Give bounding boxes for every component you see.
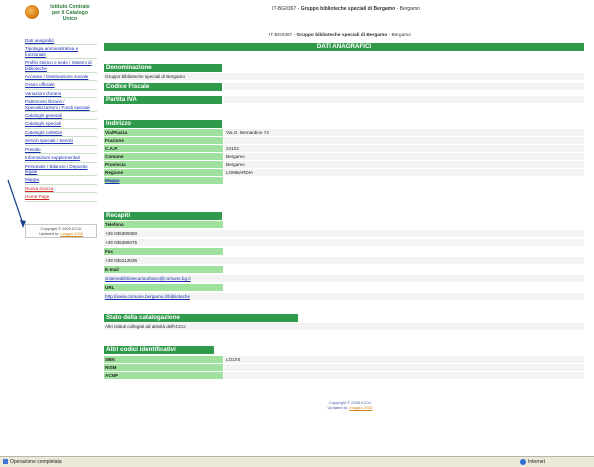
section-partita-iva: Partita IVA — [104, 96, 222, 104]
sidebar-item-profilo-storico[interactable]: Profilo storico e sede / Sistemi di bibl… — [25, 60, 97, 74]
sidebar-item-prestito[interactable]: Prestito — [25, 147, 97, 155]
row-fax: +39 035212036 — [104, 257, 584, 264]
sidebar-item-home-page[interactable]: Home Page — [25, 194, 97, 202]
row-mappa: Mappa — [104, 177, 584, 184]
section-stato-catalogazione: Stato della catalogazione — [104, 314, 298, 322]
iccu-logo[interactable]: Istituto Centrale per il Catalogo Unico — [23, 1, 97, 27]
row-stato: Altri istituti collegati ad attività del… — [104, 323, 584, 330]
sidebar-item-servizi[interactable]: Servizi speciali / Servizi — [25, 138, 97, 146]
row-fax-label: Fax — [104, 248, 584, 255]
page-title: DATI ANAGRAFICI — [104, 43, 584, 51]
row-email: sistemabibliotecariourbano@comune.bg.it — [104, 275, 584, 282]
sidebar-updated-link[interactable]: maggio 2005 — [60, 231, 83, 236]
section-indirizzo: Indirizzo — [104, 120, 222, 128]
row-rism: RISM — [104, 364, 584, 371]
iccu-logo-icon — [25, 5, 39, 19]
row-url: http://www.comune.bergamo.it/biblioteche — [104, 293, 584, 300]
sidebar-item-tipologia[interactable]: Tipologia amministrativa e funzionale — [25, 46, 97, 60]
section-denominazione: Denominazione — [104, 64, 222, 72]
sidebar: Istituto Centrale per il Catalogo Unico … — [22, 0, 98, 456]
row-via: Via/Piazza Via G. Bernardino 74 — [104, 129, 584, 136]
sidebar-copyright: Copyright © 2005 ICCU Updated to: maggio… — [25, 224, 97, 238]
page-header: IT-BG0367 - Gruppo biblioteche speciali … — [269, 33, 411, 38]
section-recapiti: Recapiti — [104, 212, 222, 220]
sidebar-item-dati-anagrafici[interactable]: Dati anagrafici — [25, 38, 97, 46]
sidebar-item-accesso[interactable]: Accesso / Destinazione sociale — [25, 74, 97, 82]
browser-status-bar: Operazione completata Internet — [0, 456, 594, 467]
row-regione: Regione LOMBARDIA — [104, 169, 584, 176]
url-link[interactable]: http://www.comune.bergamo.it/biblioteche — [105, 294, 190, 299]
row-url-label: URL — [104, 284, 584, 291]
row-telefono-1: +39 035399360 — [104, 230, 584, 237]
internet-zone-icon — [520, 458, 526, 465]
page-footer: Copyright © 2005 ICCU Updated to: maggio… — [327, 400, 373, 410]
sidebar-item-personale[interactable]: Personale / Bilancio / Deposito legale — [25, 164, 97, 177]
email-link[interactable]: sistemabibliotecariourbano@comune.bg.it — [105, 276, 191, 281]
sidebar-item-cataloghi-collettivi[interactable]: Cataloghi collettivi — [25, 130, 97, 138]
sidebar-item-variazioni-orario[interactable]: Variazioni d'orario — [25, 91, 97, 99]
row-acnp: ACNP — [104, 372, 584, 379]
row-comune: Comune Bergamo — [104, 153, 584, 160]
row-codice-fiscale — [224, 83, 584, 90]
row-cap: C.A.P. 24122 — [104, 145, 584, 152]
section-codice-fiscale: Codice Fiscale — [104, 83, 222, 91]
page-done-icon — [3, 459, 8, 465]
row-sbn: SBN LO1X0 — [104, 356, 584, 363]
footer-updated-link[interactable]: maggio 2005 — [349, 405, 372, 410]
sidebar-item-cataloghi-speciali[interactable]: Cataloghi speciali — [25, 121, 97, 129]
sidebar-item-nuova-ricerca[interactable]: Nuova ricerca — [25, 186, 97, 194]
logo-text: Istituto Centrale per il Catalogo Unico — [50, 4, 90, 22]
mappa-link[interactable]: Mappa — [105, 178, 120, 183]
section-altri-codici: Altri codici identificativi — [104, 346, 214, 354]
sidebar-item-mappa[interactable]: Mappa — [25, 177, 97, 185]
row-frazione: Frazione — [104, 137, 584, 144]
row-email-label: E-mail — [104, 266, 584, 273]
row-telefono-2: +39 035399475 — [104, 239, 584, 246]
row-partita-iva — [224, 96, 584, 103]
row-telefono-label: Telefono — [104, 221, 584, 228]
sidebar-item-patrimonio[interactable]: Patrimonio librario / Specializzazioni /… — [25, 99, 97, 113]
sidebar-menu: Dati anagrafici Tipologia amministrativa… — [25, 38, 97, 203]
page-topbar: IT-BG0367 - Gruppo biblioteche speciali … — [102, 1, 590, 17]
row-denominazione: Gruppo biblioteche speciali di Bergamo — [104, 73, 584, 80]
sidebar-item-informazioni[interactable]: Informazioni supplementari — [25, 155, 97, 163]
sidebar-item-orario[interactable]: Orario ufficiale — [25, 82, 97, 90]
row-provincia: Provincia Bergamo — [104, 161, 584, 168]
sidebar-item-cataloghi-generali[interactable]: Cataloghi generali — [25, 113, 97, 121]
